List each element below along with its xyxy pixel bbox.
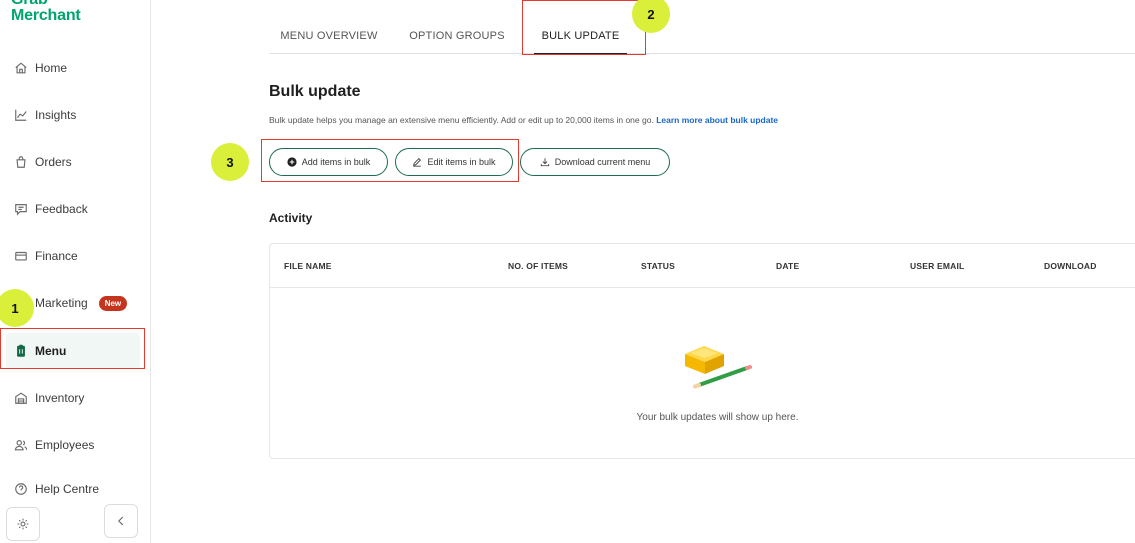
table-header: FILE NAME NO. OF ITEMS STATUS DATE USER …	[270, 244, 1135, 288]
home-icon	[14, 61, 28, 75]
sidebar-item-label: Insights	[35, 108, 77, 122]
page-title: Bulk update	[269, 83, 361, 100]
employees-icon	[14, 438, 28, 452]
feedback-icon	[14, 202, 28, 216]
help-icon	[14, 483, 28, 495]
gear-icon	[16, 517, 30, 531]
inventory-icon	[14, 391, 28, 405]
sidebar-item-label: Home	[35, 61, 68, 75]
tab-menu-overview[interactable]: MENU OVERVIEW	[269, 18, 389, 54]
insights-icon	[14, 108, 28, 122]
download-menu-label: Download current menu	[554, 157, 651, 167]
finance-icon	[14, 249, 28, 263]
page-description: Bulk update helps you manage an extensiv…	[269, 115, 778, 125]
description-text: Bulk update helps you manage an extensiv…	[269, 115, 654, 125]
column-header-no-of-items[interactable]: NO. OF ITEMS	[508, 261, 568, 271]
help-centre-clip: Help Centre	[0, 483, 150, 495]
sidebar-item-feedback[interactable]: Feedback	[6, 191, 140, 227]
column-header-user-email[interactable]: USER EMAIL	[910, 261, 964, 271]
sidebar-item-label: Employees	[35, 438, 95, 452]
annotation-marker-3: 3	[211, 143, 249, 181]
annotation-box-bulk-update-tab	[522, 0, 646, 55]
tab-bar: MENU OVERVIEW OPTION GROUPS BULK UPDATE	[269, 18, 1135, 55]
activity-heading: Activity	[269, 211, 313, 225]
column-header-date[interactable]: DATE	[776, 261, 799, 271]
sidebar-item-orders[interactable]: Orders	[6, 144, 140, 180]
sidebar-item-label: Finance	[35, 249, 78, 263]
download-icon	[540, 157, 550, 167]
tab-option-groups[interactable]: OPTION GROUPS	[402, 18, 512, 54]
sidebar-item-label: Orders	[35, 155, 72, 169]
collapse-sidebar-button[interactable]	[104, 504, 138, 538]
chevron-left-icon	[114, 514, 128, 528]
annotation-box-menu	[0, 328, 145, 369]
column-header-status[interactable]: STATUS	[641, 261, 675, 271]
sidebar-item-label: Inventory	[35, 391, 85, 405]
empty-state-message: Your bulk updates will show up here.	[636, 412, 799, 423]
annotation-box-bulk-buttons	[261, 139, 519, 182]
sidebar-item-inventory[interactable]: Inventory	[6, 380, 140, 416]
empty-box-illustration	[681, 341, 753, 396]
sidebar-item-insights[interactable]: Insights	[6, 97, 140, 133]
new-badge: New	[98, 295, 128, 311]
sidebar-item-employees[interactable]: Employees	[6, 427, 140, 463]
activity-table: FILE NAME NO. OF ITEMS STATUS DATE USER …	[269, 243, 1135, 459]
sidebar-item-label: Marketing	[35, 296, 88, 310]
logo-line-2: Merchant	[11, 7, 81, 24]
sidebar-item-finance[interactable]: Finance	[6, 238, 140, 274]
orders-icon	[14, 155, 28, 169]
sidebar-item-home[interactable]: Home	[6, 50, 140, 86]
sidebar-item-label: Feedback	[35, 202, 88, 216]
download-current-menu-button[interactable]: Download current menu	[520, 148, 670, 176]
column-header-download[interactable]: DOWNLOAD	[1044, 261, 1097, 271]
settings-button[interactable]	[6, 507, 40, 541]
column-header-file-name[interactable]: FILE NAME	[284, 261, 332, 271]
sidebar-item-label: Help Centre	[35, 483, 100, 495]
sidebar: Grab Merchant Home Insights Orders Feedb…	[0, 0, 151, 543]
grab-merchant-logo[interactable]: Grab Merchant	[11, 0, 81, 24]
learn-more-link[interactable]: Learn more about bulk update	[656, 115, 778, 125]
sidebar-item-help-centre[interactable]: Help Centre	[6, 483, 140, 495]
